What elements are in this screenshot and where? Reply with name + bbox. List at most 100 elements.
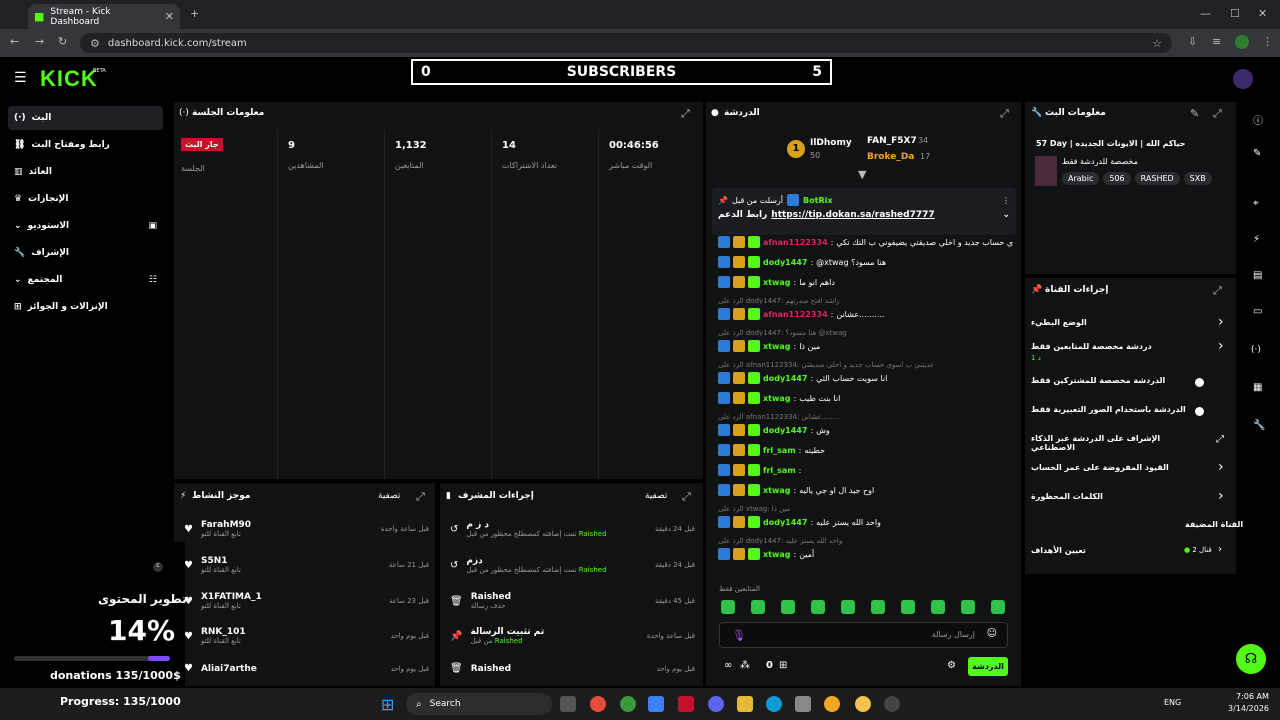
gift-icon[interactable]: ⊞: [779, 660, 787, 671]
discord-icon[interactable]: [708, 696, 724, 712]
edit-icon[interactable]: ✎: [1253, 148, 1261, 159]
focus-icon[interactable]: ⌖: [1253, 198, 1259, 209]
clock-date[interactable]: 3/14/2026: [1228, 704, 1269, 713]
expand-icon[interactable]: ⤢: [1000, 108, 1009, 119]
chevron-right-icon[interactable]: ›: [1218, 338, 1224, 354]
layout-icon[interactable]: ▦: [1253, 382, 1262, 393]
sidebar-item-drops[interactable]: ⊞ الإنزالات و الجوائز: [8, 295, 163, 319]
edit-icon[interactable]: ✎: [1190, 108, 1199, 119]
broadcast-icon[interactable]: (·): [1251, 345, 1261, 355]
sidebar-item-studio[interactable]: ⌄ الاستوديو ▣: [8, 214, 163, 238]
store-icon[interactable]: [795, 696, 811, 712]
chevron-right-icon[interactable]: ›: [1218, 459, 1224, 475]
close-tab-icon[interactable]: ✕: [165, 11, 174, 22]
activity-filter[interactable]: تصفية: [378, 491, 400, 501]
chat-username[interactable]: afnan1122334: [763, 238, 828, 247]
download-icon[interactable]: ⇩: [1188, 36, 1197, 47]
emote-icon[interactable]: [931, 600, 945, 614]
external-link-icon[interactable]: ⤢: [1216, 434, 1224, 445]
chat-username[interactable]: frl_sam: [763, 446, 796, 455]
collapse-icon[interactable]: ▼: [858, 169, 866, 180]
clock-time[interactable]: 7:06 AM: [1236, 692, 1269, 701]
chevron-right-icon[interactable]: ›: [1218, 544, 1222, 555]
emote-icon[interactable]: [961, 600, 975, 614]
chevron-right-icon[interactable]: ›: [1218, 488, 1224, 504]
chat-input[interactable]: 🎙 إرسال رسالة ☺: [719, 622, 1008, 648]
chat-username[interactable]: afnan1122334: [763, 310, 828, 319]
chat-username[interactable]: dody1447: [763, 374, 807, 383]
chat-settings-icon[interactable]: ⚙: [947, 660, 956, 671]
expand-icon[interactable]: ⤢: [416, 491, 425, 502]
bookmark-star-icon[interactable]: ☆: [1152, 38, 1162, 49]
new-tab-icon[interactable]: +: [190, 8, 199, 19]
browser-tab[interactable]: ■ Stream - Kick Dashboard ✕: [28, 4, 180, 29]
back-icon[interactable]: ←: [10, 36, 19, 47]
send-chat-button[interactable]: الدردشة: [968, 657, 1008, 676]
edge-icon[interactable]: [766, 696, 782, 712]
url-field[interactable]: ⚙ dashboard.kick.com/stream ☆: [80, 33, 1172, 53]
emote-icon[interactable]: [781, 600, 795, 614]
chat-username[interactable]: frl_sam: [763, 466, 796, 475]
sidebar-item-stream-key[interactable]: ⛓ رابط ومفتاح البث: [8, 133, 163, 157]
app-icon[interactable]: [824, 696, 840, 712]
site-info-icon[interactable]: ⚙: [90, 38, 100, 49]
kick-logo[interactable]: KICK: [40, 66, 98, 92]
document-icon[interactable]: ▤: [1253, 270, 1262, 281]
emote-icon[interactable]: [811, 600, 825, 614]
top-gifter-name[interactable]: IlDhomy: [810, 138, 852, 148]
pinned-link[interactable]: https://tip.dokan.sa/rashed7777: [771, 210, 934, 220]
sidebar-item-achievements[interactable]: ♛ الإنجازات: [8, 187, 163, 211]
sidebar-item-revenue[interactable]: ▥ العائد: [8, 160, 163, 184]
sidebar-item-community[interactable]: ⌄ المجتمع ☷: [8, 268, 163, 292]
emote-icon[interactable]: [871, 600, 885, 614]
maximize-icon[interactable]: ☐: [1230, 8, 1240, 19]
file-explorer-icon[interactable]: [737, 696, 753, 712]
chat-username[interactable]: xtwag: [763, 550, 791, 559]
expand-icon[interactable]: ⤢: [681, 108, 690, 119]
chat-icon[interactable]: ▭: [1253, 306, 1262, 317]
settings-icon[interactable]: [884, 696, 900, 712]
emote-icon[interactable]: [991, 600, 1005, 614]
app-icon[interactable]: [855, 696, 871, 712]
gifter3-name[interactable]: Broke_Da: [867, 152, 914, 162]
chat-username[interactable]: xtwag: [763, 342, 791, 351]
chevron-down-icon[interactable]: ⌄: [1002, 210, 1010, 220]
modactions-filter[interactable]: تصفية: [645, 491, 667, 501]
chrome-icon[interactable]: [590, 696, 606, 712]
emote-icon[interactable]: [901, 600, 915, 614]
emote-icon[interactable]: [841, 600, 855, 614]
lightning-icon[interactable]: ⚡: [1253, 234, 1260, 245]
sidebar-item-stream[interactable]: (·) البث: [8, 106, 163, 130]
emoji-icon[interactable]: ☺: [987, 628, 997, 639]
windows-start-icon[interactable]: ⊞: [381, 695, 394, 714]
chat-username[interactable]: xtwag: [763, 394, 791, 403]
pinned-user[interactable]: BotRix: [803, 196, 832, 205]
emote-icon[interactable]: [751, 600, 765, 614]
reload-icon[interactable]: ↻: [58, 36, 67, 47]
chat-username[interactable]: dody1447: [763, 426, 807, 435]
support-headset-button[interactable]: ☊: [1236, 644, 1266, 674]
taskview-icon[interactable]: [560, 696, 576, 712]
chrome-profile-icon[interactable]: [620, 696, 636, 712]
sidebar-item-moderation[interactable]: 🔧 الإشراف: [8, 241, 163, 265]
info-icon[interactable]: ⓘ: [1253, 112, 1263, 127]
chevron-right-icon[interactable]: ›: [1218, 314, 1224, 330]
profile-avatar[interactable]: [1235, 35, 1249, 49]
expand-icon[interactable]: ⤢: [1213, 108, 1222, 119]
user-avatar[interactable]: [1233, 69, 1253, 89]
reading-list-icon[interactable]: ≡: [1212, 36, 1221, 47]
app-icon[interactable]: [678, 696, 694, 712]
hamburger-menu-icon[interactable]: ☰: [14, 70, 27, 86]
chat-username[interactable]: xtwag: [763, 486, 791, 495]
close-window-icon[interactable]: ✕: [1258, 8, 1267, 19]
goals-label[interactable]: تعيين الأهداف: [1031, 546, 1086, 555]
minimize-icon[interactable]: —: [1200, 8, 1211, 19]
taskbar-search[interactable]: ⌕ Search: [406, 693, 552, 715]
language-indicator[interactable]: ENG: [1164, 698, 1181, 707]
copilot-icon[interactable]: [648, 696, 664, 712]
chat-username[interactable]: xtwag: [763, 278, 791, 287]
chat-username[interactable]: dody1447: [763, 258, 807, 267]
pinned-unpin-icon[interactable]: ⋮: [1002, 196, 1010, 205]
wrench-icon[interactable]: 🔧: [1253, 420, 1265, 431]
chat-username[interactable]: dody1447: [763, 518, 807, 527]
